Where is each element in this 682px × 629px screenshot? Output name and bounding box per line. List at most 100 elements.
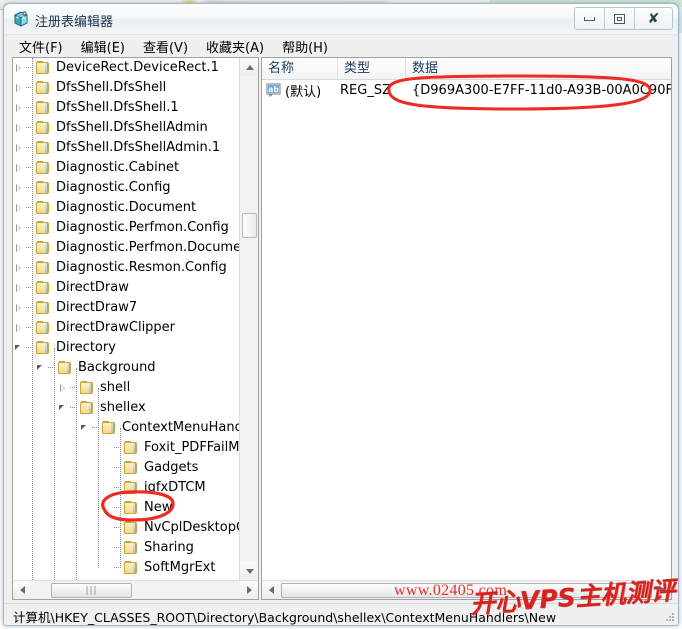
expand-triangle-icon[interactable] bbox=[13, 298, 26, 318]
tree-item-label: DfsShell.DfsShell.1 bbox=[56, 100, 179, 115]
menu-favorites[interactable]: 收藏夹(A) bbox=[197, 35, 273, 58]
expand-triangle-icon[interactable] bbox=[13, 98, 26, 118]
tree-item-diagnostic-resmon-config[interactable]: Diagnostic.Resmon.Config bbox=[13, 258, 239, 278]
tree-item-foxit-pdffailmenu[interactable]: Foxit_PDFFailMenu bbox=[13, 438, 239, 458]
expand-triangle-icon[interactable] bbox=[13, 218, 26, 238]
expand-triangle-icon[interactable] bbox=[13, 238, 26, 258]
scroll-up-arrow-icon[interactable] bbox=[240, 58, 258, 76]
tree-connector-line bbox=[70, 378, 79, 398]
close-button[interactable]: ✘ bbox=[635, 8, 672, 29]
tree-item-nvcpldesktopcor[interactable]: NvCplDesktopCor bbox=[13, 518, 239, 538]
tree-item-label: DirectDrawClipper bbox=[56, 320, 176, 335]
expand-triangle-icon[interactable] bbox=[13, 258, 26, 278]
tree-item-label: Diagnostic.Perfmon.Document bbox=[56, 240, 239, 255]
title-bar[interactable]: 注册表编辑器 ✘ bbox=[4, 4, 678, 35]
tree-connector-line bbox=[26, 98, 35, 118]
folder-icon bbox=[57, 361, 74, 375]
expand-triangle-icon[interactable] bbox=[57, 378, 70, 398]
collapse-triangle-icon[interactable] bbox=[13, 338, 26, 358]
tree-item-gadgets[interactable]: Gadgets bbox=[13, 458, 239, 478]
expand-triangle-icon[interactable] bbox=[13, 178, 26, 198]
tree-item-softmgrext[interactable]: SoftMgrExt bbox=[13, 558, 239, 578]
tree-item-diagnostic-document[interactable]: Diagnostic.Document bbox=[13, 198, 239, 218]
expand-triangle-icon[interactable] bbox=[13, 118, 26, 138]
menu-file[interactable]: 文件(F) bbox=[10, 35, 72, 58]
tree-item-diagnostic-perfmon-document[interactable]: Diagnostic.Perfmon.Document bbox=[13, 238, 239, 258]
tree-item-diagnostic-config[interactable]: Diagnostic.Config bbox=[13, 178, 239, 198]
tree-item-diagnostic-cabinet[interactable]: Diagnostic.Cabinet bbox=[13, 158, 239, 178]
registry-tree-pane[interactable]: DeviceRect.DeviceRect.1 DfsShell.DfsShell… bbox=[12, 57, 259, 600]
tree-item-contextmenuhandler[interactable]: ContextMenuHandler bbox=[13, 418, 239, 438]
tree-item-diagnostic-perfmon-config[interactable]: Diagnostic.Perfmon.Config bbox=[13, 218, 239, 238]
expand-triangle-icon[interactable] bbox=[13, 318, 26, 338]
tree-item-directdrawclipper[interactable]: DirectDrawClipper bbox=[13, 318, 239, 338]
column-header-data[interactable]: 数据 bbox=[406, 58, 671, 79]
expand-triangle-icon[interactable] bbox=[13, 198, 26, 218]
menu-help[interactable]: 帮助(H) bbox=[273, 35, 337, 58]
collapse-triangle-icon[interactable] bbox=[57, 398, 70, 418]
tree-connector-line bbox=[26, 138, 35, 158]
tree-connector-line bbox=[26, 78, 35, 98]
tree-item-shell[interactable]: shell bbox=[13, 378, 239, 398]
expand-triangle-icon[interactable] bbox=[13, 138, 26, 158]
tree-connector-line bbox=[114, 458, 123, 478]
tree-item-background[interactable]: Background bbox=[13, 358, 239, 378]
status-bar: 计算机\HKEY_CLASSES_ROOT\Directory\Backgrou… bbox=[4, 603, 678, 625]
tree-item-label: Diagnostic.Resmon.Config bbox=[56, 260, 227, 275]
column-header-type[interactable]: 类型 bbox=[338, 58, 406, 79]
tree-item-dfsshell-dfsshelladmin-1[interactable]: DfsShell.DfsShellAdmin.1 bbox=[13, 138, 239, 158]
tree-vertical-scrollbar[interactable] bbox=[239, 58, 258, 580]
list-horizontal-scrollbar[interactable] bbox=[262, 580, 671, 599]
expand-triangle-icon[interactable] bbox=[13, 58, 26, 78]
tree-item-label: Background bbox=[78, 360, 156, 375]
folder-icon bbox=[123, 521, 140, 535]
tree-item-directory[interactable]: Directory bbox=[13, 338, 239, 358]
resize-grip-icon[interactable] bbox=[663, 611, 675, 623]
column-header-name[interactable]: 名称 bbox=[262, 58, 338, 79]
tree-connector-line bbox=[26, 278, 35, 298]
minimize-button[interactable] bbox=[575, 8, 605, 29]
maximize-button[interactable] bbox=[605, 8, 635, 29]
folder-icon bbox=[35, 261, 52, 275]
scroll-right-arrow-icon[interactable] bbox=[240, 581, 258, 599]
tree-item-new[interactable]: New bbox=[13, 498, 239, 518]
value-name-cell: ab (默认) bbox=[262, 81, 338, 100]
expand-triangle-icon[interactable] bbox=[13, 278, 26, 298]
tree-connector-line bbox=[114, 538, 123, 558]
scroll-left-arrow-icon[interactable] bbox=[13, 581, 31, 599]
menu-edit[interactable]: 编辑(E) bbox=[72, 35, 134, 58]
tree-item-directdraw7[interactable]: DirectDraw7 bbox=[13, 298, 239, 318]
expand-triangle-icon[interactable] bbox=[13, 78, 26, 98]
folder-icon bbox=[79, 401, 96, 415]
tree-item-dfsshell-dfsshelladmin[interactable]: DfsShell.DfsShellAdmin bbox=[13, 118, 239, 138]
tree-item-directdraw[interactable]: DirectDraw bbox=[13, 278, 239, 298]
tree-horizontal-scrollbar[interactable]: ||| bbox=[13, 580, 258, 599]
list-scroll-right-arrow-icon[interactable] bbox=[653, 581, 671, 599]
folder-icon bbox=[35, 341, 52, 355]
collapse-triangle-icon[interactable] bbox=[35, 358, 48, 378]
tree-item-label: New bbox=[144, 500, 173, 515]
tree-item-sharing[interactable]: Sharing bbox=[13, 538, 239, 558]
tree-item-igfxdtcm[interactable]: igfxDTCM bbox=[13, 478, 239, 498]
tree-vscroll-thumb[interactable] bbox=[242, 213, 257, 238]
tree-item-devicerect-devicerect-1[interactable]: DeviceRect.DeviceRect.1 bbox=[13, 58, 239, 78]
tree-item-shellex[interactable]: shellex bbox=[13, 398, 239, 418]
folder-icon bbox=[35, 241, 52, 255]
tree-hscroll-thumb[interactable]: ||| bbox=[51, 583, 132, 598]
tree-scroll-area: DeviceRect.DeviceRect.1 DfsShell.DfsShell… bbox=[13, 58, 239, 580]
table-row[interactable]: ab (默认) REG_SZ {D969A300-E7FF-11d0-A93B-… bbox=[262, 79, 671, 101]
list-hscroll-thumb[interactable] bbox=[281, 583, 652, 598]
tree-item-label: igfxDTCM bbox=[144, 480, 206, 495]
registry-values-pane[interactable]: 名称 类型 数据 ab (默认) REG_SZ {D969A300-E7FF-1… bbox=[261, 57, 672, 600]
list-scroll-left-arrow-icon[interactable] bbox=[262, 581, 280, 599]
tree-item-dfsshell-dfsshell-1[interactable]: DfsShell.DfsShell.1 bbox=[13, 98, 239, 118]
collapse-triangle-icon[interactable] bbox=[79, 418, 92, 438]
folder-icon bbox=[101, 421, 118, 435]
column-header-data-label: 数据 bbox=[412, 61, 439, 76]
scroll-down-arrow-icon[interactable] bbox=[240, 562, 258, 580]
menu-view[interactable]: 查看(V) bbox=[134, 35, 197, 58]
tree-item-dfsshell-dfsshell[interactable]: DfsShell.DfsShell bbox=[13, 78, 239, 98]
expand-triangle-icon[interactable] bbox=[13, 158, 26, 178]
